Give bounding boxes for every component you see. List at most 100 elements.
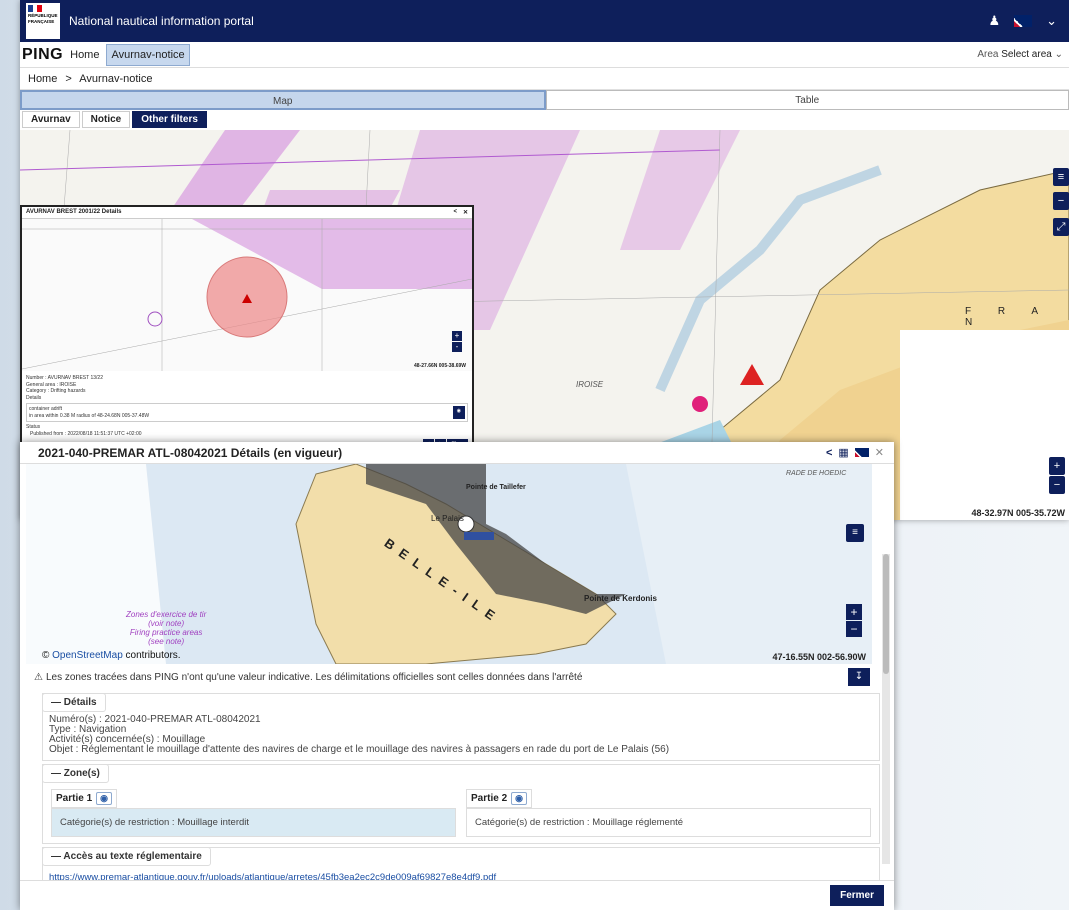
access-header-label: Accès au texte réglementaire (63, 851, 202, 862)
view-tabs: Map Table (20, 90, 1069, 110)
filter-avurnav[interactable]: Avurnav (22, 110, 80, 128)
minus-icon[interactable]: − (1053, 192, 1069, 210)
zones-header[interactable]: — Zone(s) (42, 764, 109, 783)
popup1-map[interactable]: + - 48-27.66N 005-38.69W (22, 219, 472, 371)
osm-attribution: © OpenStreetMap contributors. (42, 650, 181, 661)
osm-link[interactable]: OpenStreetMap (52, 650, 123, 661)
zone-1-body: Catégorie(s) de restriction : Mouillage … (51, 808, 456, 837)
logo-text-2: FRANÇAISE (28, 19, 55, 24)
zones-header-label: Zone(s) (63, 768, 100, 779)
nav-home-link[interactable]: Home (66, 45, 103, 65)
nav-bar: PING Home Avurnav-notice Area Select are… (20, 42, 1069, 68)
logo-text-1: RÉPUBLIQUE (28, 13, 58, 18)
details-header-label: Détails (63, 697, 97, 708)
area-selector[interactable]: Area Select area ⌄ (977, 49, 1063, 60)
popup2-footer: Fermer (20, 880, 894, 910)
tab-table[interactable]: Table (545, 90, 1069, 110)
warning-row: ⚠ Les zones tracées dans PING n'ont qu'u… (20, 664, 894, 690)
main-map-coords: 48-32.97N 005-35.72W (971, 508, 1065, 518)
warning-text: Les zones tracées dans PING n'ont qu'une… (45, 671, 583, 683)
firing-areas: Firing practice areas (129, 628, 203, 637)
eye-icon[interactable]: ◉ (96, 792, 112, 805)
zone-1-header[interactable]: Partie 1 ◉ (51, 789, 117, 808)
uk-flag-icon[interactable] (854, 448, 869, 457)
warning-icon: ⚠ (34, 671, 43, 683)
filter-bar: Avurnav Notice Other filters (20, 110, 1069, 128)
scroll-thumb[interactable] (883, 554, 889, 674)
zoom-in-icon[interactable]: + (846, 604, 862, 620)
area-value: Select area (1001, 49, 1052, 60)
breadcrumb-home[interactable]: Home (28, 73, 57, 85)
fullscreen-icon[interactable]: ⤢ (1053, 218, 1069, 236)
zoom-out-icon[interactable]: − (846, 621, 862, 637)
top-bar: RÉPUBLIQUE FRANÇAISE National nautical i… (20, 0, 1069, 42)
popup2-map[interactable]: BELLE-ILE Pointe de Kerdonis Le Palais P… (26, 464, 872, 664)
map-label-taillefer: Pointe de Taillefer (466, 484, 526, 491)
user-icon[interactable]: ♟ (988, 13, 1000, 29)
zone-partie-2: Partie 2 ◉ Catégorie(s) de restriction : … (466, 789, 871, 837)
regulation-link[interactable]: https://www.premar-atlantique.gouv.fr/up… (43, 866, 879, 880)
layers-icon[interactable]: ≡ (846, 524, 864, 542)
popup1-title: AVURNAV BREST 2001/22 Details (26, 209, 122, 215)
uk-flag-icon[interactable] (1014, 15, 1033, 27)
map-label-kerdonis: Pointe de Kerdonis (584, 594, 657, 603)
chevron-down-icon[interactable]: ⌄ (1046, 13, 1057, 29)
popup2-coords: 47-16.55N 002-56.90W (772, 652, 866, 662)
tab-map[interactable]: Map (20, 90, 546, 110)
popup1-zoom-out[interactable]: - (452, 342, 462, 352)
nav-avurnav-link[interactable]: Avurnav-notice (106, 43, 190, 66)
share-icon[interactable]: < (826, 447, 832, 459)
details-number: Numéro(s) : 2021-040-PREMAR ATL-08042021 (49, 714, 261, 725)
zone-1-name: Partie 1 (56, 793, 93, 804)
map-label-zones: Zones d'exercice de tir (voir note) Firi… (126, 610, 206, 646)
zone-2-body: Catégorie(s) de restriction : Mouillage … (466, 808, 871, 837)
details-section: — Détails Numéro(s) : 2021-040-PREMAR AT… (42, 693, 880, 761)
premar-detail-popup: 2021-040-PREMAR ATL-08042021 Détails (en… (20, 442, 894, 910)
fermer-button[interactable]: Fermer (830, 885, 884, 906)
details-header[interactable]: — Détails (42, 693, 106, 712)
filter-notice[interactable]: Notice (81, 110, 131, 128)
breadcrumb: Home > Avurnav-notice (20, 68, 1069, 90)
filter-other[interactable]: Other filters (132, 110, 207, 128)
close-icon[interactable]: ✕ (875, 446, 884, 459)
access-section: — Accès au texte réglementaire https://w… (42, 847, 880, 880)
popup1-zoom-in[interactable]: + (452, 331, 462, 341)
eye-icon[interactable]: ◉ (452, 406, 465, 419)
zoom-out-icon[interactable]: − (1049, 476, 1065, 494)
voir-note: (voir note) (148, 619, 185, 628)
breadcrumb-separator: > (65, 73, 72, 85)
share-icon[interactable]: < (453, 209, 457, 216)
see-note: (see note) (148, 637, 185, 646)
download-icon[interactable]: ↧ (848, 668, 870, 686)
popup1-details-2: in area within 0.38 M radius of 48-24.68… (29, 412, 150, 419)
zones-exercice: Zones d'exercice de tir (126, 610, 207, 619)
popup1-chart (22, 219, 472, 371)
popup1-details-box: container adrift in area within 0.38 M ra… (26, 403, 468, 422)
zoom-in-icon[interactable]: + (1049, 457, 1065, 475)
sea-label: IROISE (576, 380, 604, 389)
chevron-down-icon: ⌄ (1054, 49, 1063, 60)
popup1-details-label: Details (26, 394, 42, 401)
zone-2-header[interactable]: Partie 2 ◉ (466, 789, 532, 808)
pdf-icon[interactable]: ▦ (838, 446, 848, 459)
breadcrumb-current: Avurnav-notice (79, 73, 153, 85)
details-object: Objet : Réglementant le mouillage d'atte… (49, 744, 670, 755)
republique-logo: RÉPUBLIQUE FRANÇAISE (26, 3, 60, 39)
portal-title: National nautical information portal (69, 14, 254, 28)
area-label: Area (977, 49, 999, 60)
scrollbar[interactable] (882, 554, 890, 864)
access-header[interactable]: — Accès au texte réglementaire (42, 847, 211, 866)
zone-partie-1: Partie 1 ◉ Catégorie(s) de restriction : … (51, 789, 456, 837)
popup1-coords: 48-27.66N 005-38.69W (414, 363, 466, 369)
layers-icon[interactable]: ≡ (1053, 168, 1069, 186)
popup2-title: 2021-040-PREMAR ATL-08042021 Détails (en… (38, 445, 343, 460)
map-label-rade: RADE DE HOEDIC (786, 470, 847, 477)
osm-suffix: contributors. (125, 650, 181, 661)
brand-ping[interactable]: PING (22, 46, 63, 64)
land-label: F R A N (965, 306, 1050, 328)
popup1-published: Published from : 2022/08/18 11:51:37 UTC… (30, 430, 142, 437)
zone-2-name: Partie 2 (471, 793, 508, 804)
close-icon[interactable]: ✕ (463, 209, 468, 216)
eye-icon[interactable]: ◉ (511, 792, 527, 805)
zones-section: — Zone(s) Partie 1 ◉ Catégorie(s) de rest… (42, 764, 880, 844)
